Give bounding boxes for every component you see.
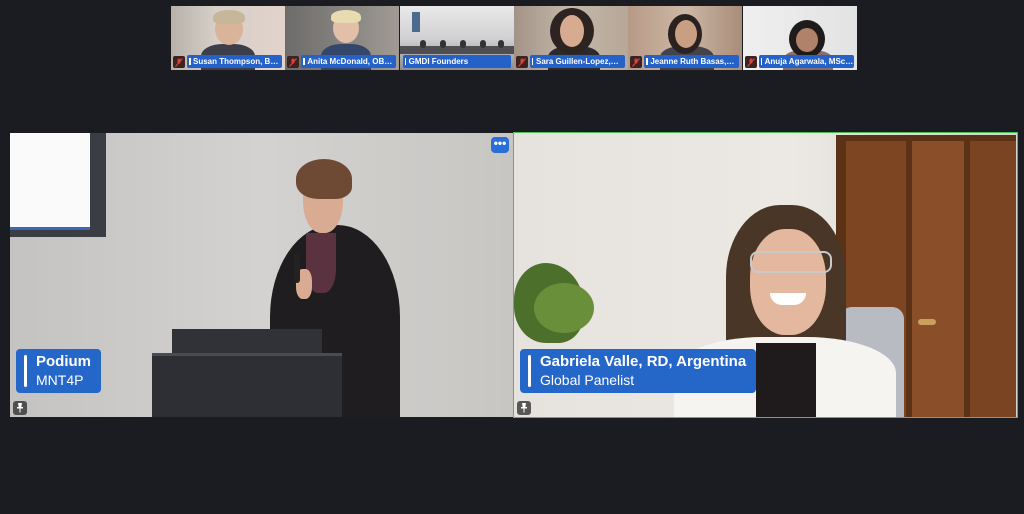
pin-icon[interactable] [13, 401, 27, 415]
microphone-muted-icon [630, 56, 643, 68]
participant-name: Susan Thompson, BS… [187, 55, 282, 68]
video-podium[interactable]: ••• Podium MNT4P [10, 133, 513, 417]
participant-tile[interactable]: GMDI Founders [399, 6, 514, 70]
participant-name: Podium [36, 353, 91, 370]
microphone-muted-icon [515, 56, 528, 68]
participant-name-tag: Gabriela Valle, RD, Argentina Global Pan… [520, 349, 757, 393]
participant-tile[interactable]: Jeanne Ruth Basas,… [628, 6, 743, 70]
more-options-button[interactable]: ••• [491, 137, 509, 153]
participant-name: Sara Guillen-Lopez,… [529, 55, 625, 68]
participant-strip: Susan Thompson, BS… Anita McDonald, OB… … [171, 6, 857, 70]
video-gabriela-valle[interactable]: Gabriela Valle, RD, Argentina Global Pan… [513, 132, 1018, 418]
participant-name: Anita McDonald, OB… [301, 55, 397, 68]
microphone-muted-icon [173, 56, 185, 68]
pin-icon[interactable] [517, 401, 531, 415]
microphone-muted-icon [744, 56, 757, 68]
microphone-muted-icon [287, 56, 300, 68]
participant-name: Gabriela Valle, RD, Argentina [540, 353, 747, 370]
participant-tile[interactable]: Anita McDonald, OB… [285, 6, 400, 70]
participant-subtitle: Global Panelist [540, 372, 635, 388]
participant-name: Anuja Agarwala, MSc… [758, 55, 854, 68]
participant-subtitle: MNT4P [36, 372, 84, 388]
participant-name: Jeanne Ruth Basas,… [644, 55, 740, 68]
participant-tile[interactable]: Sara Guillen-Lopez,… [513, 6, 628, 70]
participant-name: GMDI Founders [402, 55, 511, 68]
participant-tile[interactable]: Anuja Agarwala, MSc… [742, 6, 857, 70]
participant-tile[interactable]: Susan Thompson, BS… [171, 6, 285, 70]
participant-name-tag: Podium MNT4P [16, 349, 101, 393]
